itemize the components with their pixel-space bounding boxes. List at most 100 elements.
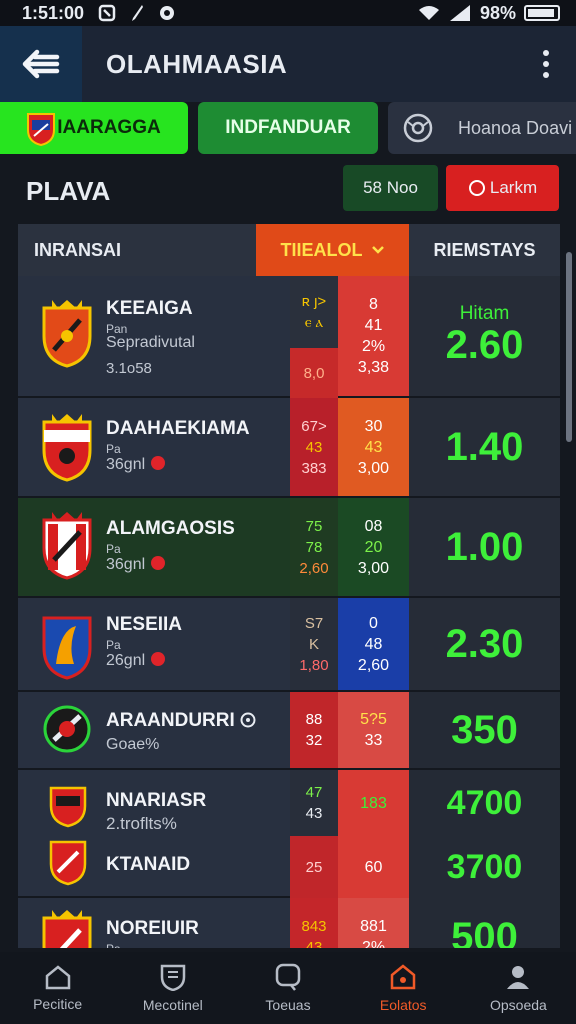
stat-cell: 183	[338, 770, 409, 836]
more-menu-button[interactable]	[516, 50, 576, 78]
page-title: OLAHMAASIA	[106, 48, 288, 79]
odds-value: 1.40	[445, 424, 524, 469]
stat-value: 43	[305, 939, 323, 948]
stat-value: 60	[364, 858, 383, 876]
column-header-sort[interactable]: TIIEALOL	[256, 224, 409, 276]
odds-value: 500	[451, 914, 518, 949]
stat-value: 3,00	[357, 459, 390, 477]
team-sub: Goae%	[106, 736, 160, 753]
wifi-icon	[418, 6, 439, 20]
table-row[interactable]: ALAMGAOSIS Pa 36gnl 75 78 2,60 08 20 3,0…	[18, 498, 560, 598]
odds-value: 2.30	[445, 621, 524, 666]
filter-pill-red[interactable]: Larkm	[446, 165, 559, 211]
matches-table: INRANSAI TIIEALOL RIEMSTAYS KEEAIGA Pan …	[18, 224, 560, 948]
odds-cell[interactable]: 3700	[409, 836, 560, 898]
odds-cell[interactable]: 1.00	[409, 498, 560, 596]
stat-value: 30	[364, 417, 383, 435]
club-crest-icon	[49, 786, 87, 828]
stat-cell: 8 41 2% 3,38	[338, 276, 409, 396]
nav-item-chat[interactable]: Toeuas	[230, 952, 345, 1024]
stat-cell: 08 20 3,00	[338, 498, 409, 596]
club-crest-icon	[42, 512, 92, 580]
stat-value: 1,80	[299, 656, 329, 674]
stat-value: 88	[305, 711, 323, 728]
stat-value: 78	[305, 538, 323, 556]
table-row[interactable]: NESEIIA Pa 26gnl S7 K 1,80 0 48 2,60 2.3…	[18, 598, 560, 692]
stat-value: 881	[360, 918, 387, 935]
nav-label: Toeuas	[265, 997, 311, 1013]
odds-cell[interactable]: 2.30	[409, 598, 560, 690]
stat-value: 183	[360, 794, 387, 812]
stat-value: 67>	[301, 417, 327, 435]
team-cell: NOREIUIR Pa	[18, 898, 290, 948]
shield-icon	[160, 964, 186, 991]
team-sub: Sepradivutal	[106, 334, 195, 351]
odds-value: 2.60	[445, 322, 524, 367]
team-name: NNARIASR	[106, 790, 207, 811]
team-name: NOREIUIR	[106, 918, 199, 939]
team-name: KEEAIGA	[106, 298, 193, 319]
chevron-down-icon	[371, 246, 384, 254]
nav-item-matches[interactable]: Mecotinel	[115, 952, 230, 1024]
table-row[interactable]: ARAANDURRI Goae% 88 32 5?5 33 350	[18, 692, 560, 770]
filter-pill-green[interactable]: 58 Noo	[343, 165, 438, 211]
stat-value: 43	[364, 438, 383, 456]
section-title: PLAVA	[26, 176, 111, 206]
stat-value: 48	[364, 635, 383, 653]
table-row[interactable]: KEEAIGA Pan Sepradivutal 3.1o58 ʀ ȷ> ⲉ ⲁ…	[18, 276, 560, 398]
nav-label: Eolatos	[379, 997, 427, 1013]
stat-cell: 25	[290, 836, 338, 898]
stat-cell: 67> 43 383	[290, 398, 338, 496]
back-button[interactable]	[0, 26, 82, 102]
stat-value: 0	[369, 614, 378, 632]
column-header-odds[interactable]: RIEMSTAYS	[409, 224, 560, 276]
stat-value: 2,60	[299, 559, 329, 577]
stat-cell: 0 48 2,60	[338, 598, 409, 690]
stat-value: 2,60	[357, 656, 390, 674]
odds-cell[interactable]: 500	[409, 898, 560, 948]
status-bar: 1:51:00 98%	[0, 0, 576, 26]
club-crest-icon	[42, 616, 92, 680]
table-row[interactable]: DAAHAEKIAMA Pa 36gnl 67> 43 383 30 43 3,…	[18, 398, 560, 498]
tab-league-1[interactable]: IAARAGGA	[0, 102, 188, 154]
team-sub: 2.troflts%	[106, 814, 177, 833]
table-row[interactable]: NNARIASR 2.troflts% KTANAID 47 43 183 47…	[18, 770, 560, 898]
odds-value: 350	[451, 707, 518, 752]
nav-item-profile[interactable]: Opsoeda	[461, 952, 576, 1024]
odds-cell[interactable]: Hitam 2.60	[409, 276, 560, 396]
column-header-label: TIIEALOL	[280, 239, 363, 260]
tab-league-3[interactable]: Hoanoa Doavi	[388, 102, 576, 154]
club-crest-icon	[42, 300, 92, 368]
odds-cell[interactable]: 4700	[409, 770, 560, 836]
stat-value: 75	[305, 517, 323, 535]
team-sub: 36gnl	[106, 556, 166, 574]
odds-cell[interactable]: 350	[409, 692, 560, 768]
ball-icon	[403, 113, 433, 143]
nav-label: Mecotinel	[142, 997, 203, 1013]
table-row[interactable]: NOREIUIR Pa 843 43 881 2% 500	[18, 898, 560, 948]
stat-cell: 60	[338, 836, 409, 898]
stat-value: 843	[301, 918, 327, 935]
odds-value: 4700	[446, 783, 523, 822]
house-icon	[390, 964, 416, 990]
battery-icon	[524, 5, 560, 21]
team-name-text: ARAANDURRI	[106, 710, 235, 731]
tab-league-2[interactable]: INDFANDUAR	[198, 102, 378, 154]
table-header: INRANSAI TIIEALOL RIEMSTAYS	[18, 224, 560, 276]
filter-tabs: IAARAGGA INDFANDUAR Hoanoa Doavi	[0, 102, 576, 156]
live-dot-icon	[151, 556, 166, 570]
stat-value: 32	[305, 732, 323, 749]
team-sub: Pa	[106, 638, 121, 652]
stat-value: K	[308, 635, 319, 653]
scrollbar[interactable]	[566, 252, 572, 442]
odds-cell[interactable]: 1.40	[409, 398, 560, 496]
stat-value: ʀ ȷ>	[301, 293, 327, 310]
odds-label: Hitam	[459, 302, 510, 324]
column-header-team[interactable]: INRANSAI	[34, 224, 121, 276]
nav-item-home[interactable]: Pecitice	[0, 952, 115, 1024]
team-sub: 26gnl	[106, 652, 166, 670]
team-cell: ALAMGAOSIS Pa 36gnl	[18, 498, 290, 596]
club-crest-icon	[42, 910, 92, 948]
team-name: KTANAID	[106, 854, 191, 875]
nav-item-active[interactable]: Eolatos	[346, 952, 461, 1024]
